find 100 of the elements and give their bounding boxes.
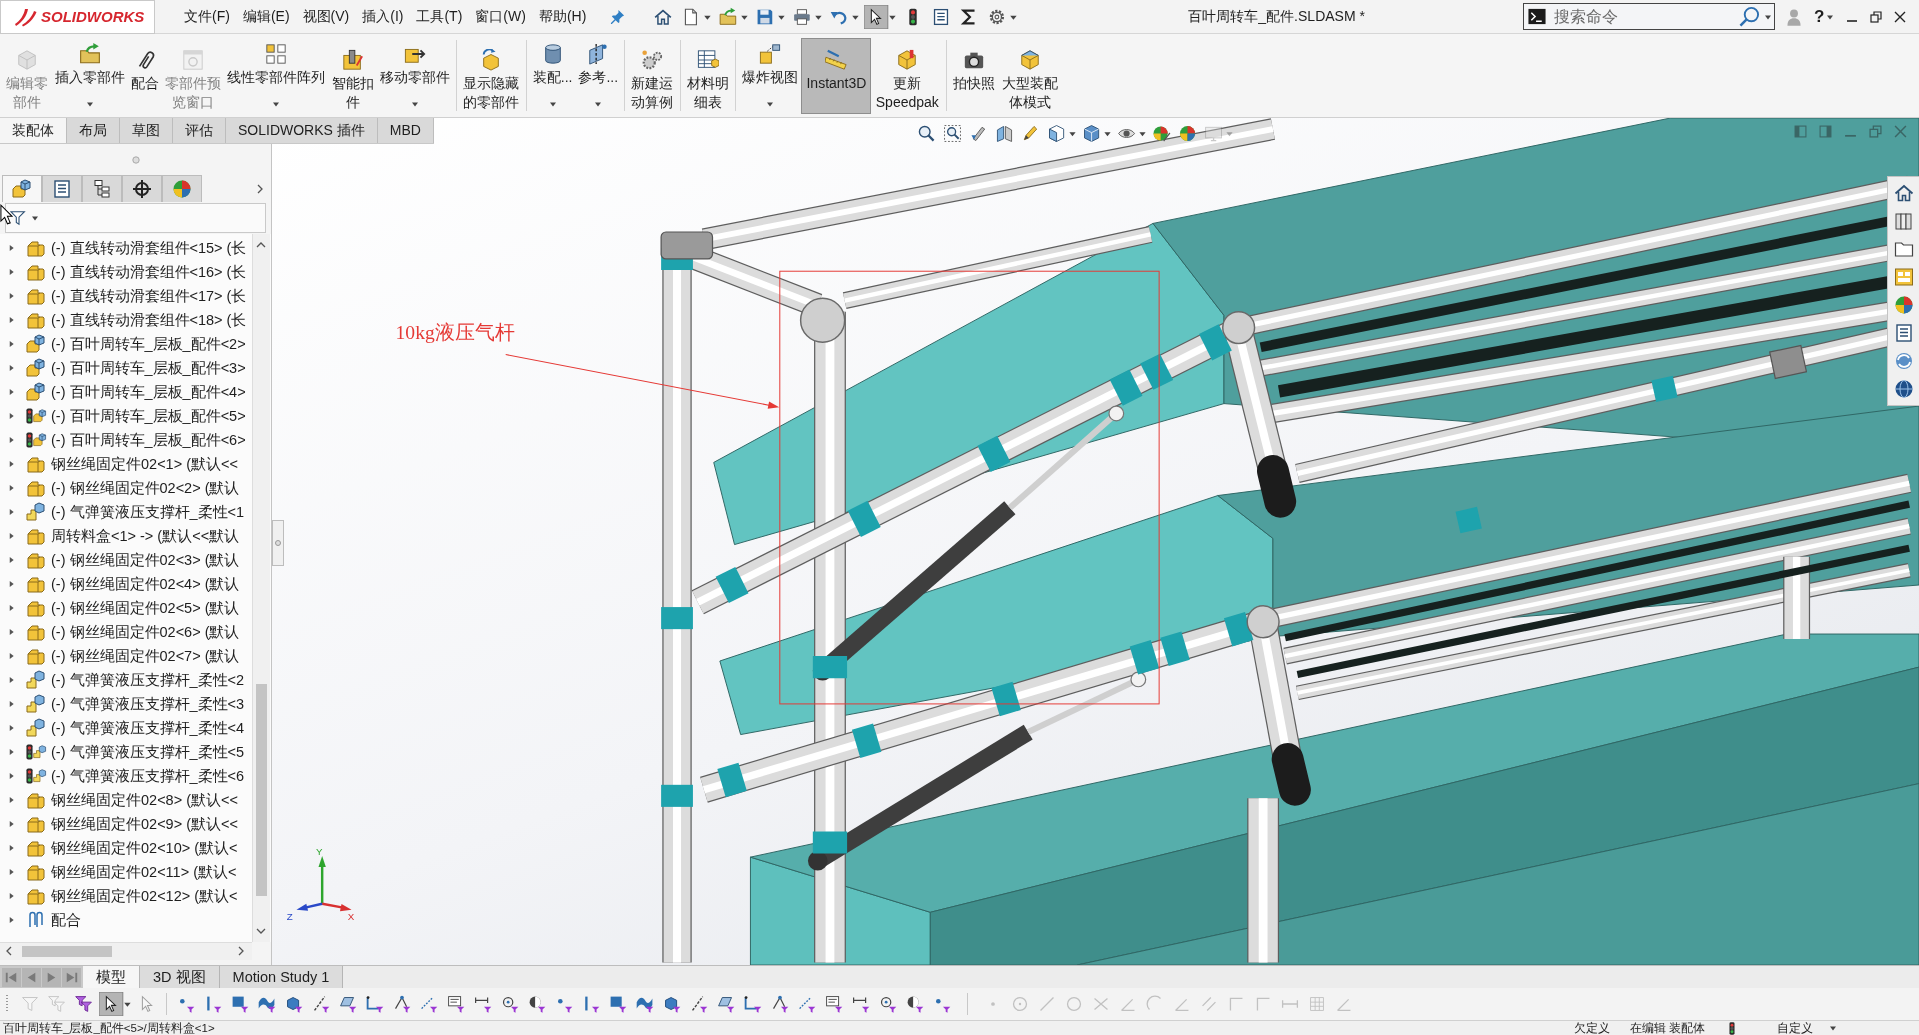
- restore-icon[interactable]: [1870, 10, 1883, 23]
- expand-arrow-icon[interactable]: [8, 436, 15, 444]
- tile-right-icon[interactable]: [1819, 125, 1832, 138]
- menu-item[interactable]: 工具(T): [416, 7, 463, 26]
- ribbon-button[interactable]: 大型装配体模式: [998, 38, 1061, 114]
- triangle-left-icon[interactable]: [22, 967, 41, 987]
- expand-arrow-icon[interactable]: [8, 316, 15, 324]
- expand-arrow-icon[interactable]: [8, 820, 15, 828]
- menu-item[interactable]: 文件(F): [184, 7, 230, 26]
- tree-item[interactable]: (-) 钢丝绳固定件02<4> (默认: [0, 572, 252, 596]
- tree-item[interactable]: (-) 直线转动滑套组件<15> (长: [0, 236, 252, 260]
- expand-arrow-icon[interactable]: [8, 556, 15, 564]
- tree-item[interactable]: 周转料盒<1> -> (默认<<默认: [0, 524, 252, 548]
- color-ball-icon[interactable]: [1893, 295, 1914, 315]
- books-icon[interactable]: [1893, 211, 1914, 231]
- tree-item[interactable]: (-) 百叶周转车_层板_配件<2>: [0, 332, 252, 356]
- tree-item[interactable]: 钢丝绳固定件02<12> (默认<: [0, 884, 252, 908]
- refresh-globe-icon[interactable]: [1893, 351, 1914, 371]
- tree-item[interactable]: (-) 气弹簧液压支撑杆_柔性<1: [0, 500, 252, 524]
- expand-arrow-icon[interactable]: [8, 460, 15, 468]
- expand-arrow-icon[interactable]: [8, 868, 15, 876]
- help-button[interactable]: ?: [1813, 6, 1825, 27]
- tree-item[interactable]: 钢丝绳固定件02<10> (默认<: [0, 836, 252, 860]
- menu-item[interactable]: 插入(I): [362, 7, 404, 26]
- globe-icon[interactable]: [1893, 379, 1914, 399]
- skip-forward-icon[interactable]: [62, 967, 81, 987]
- filter-field[interactable]: [5, 203, 266, 233]
- caret-icon[interactable]: [1763, 13, 1772, 21]
- chevron-up-icon[interactable]: [256, 240, 266, 250]
- panel-grip-icon[interactable]: [131, 155, 140, 164]
- tree-item[interactable]: 钢丝绳固定件02<1> (默认<<: [0, 452, 252, 476]
- command-tab[interactable]: 装配体: [0, 118, 67, 143]
- triangle-right-icon[interactable]: [42, 967, 61, 987]
- scrollbar-thumb[interactable]: [256, 684, 267, 896]
- model-tab[interactable]: 模型: [83, 966, 140, 988]
- tree-item[interactable]: (-) 钢丝绳固定件02<3> (默认: [0, 548, 252, 572]
- expand-arrow-icon[interactable]: [8, 508, 15, 516]
- home-icon[interactable]: [1893, 183, 1914, 203]
- chevron-right-icon[interactable]: [255, 183, 265, 194]
- zoom-area-icon[interactable]: [941, 122, 964, 145]
- close-icon[interactable]: [1894, 10, 1907, 23]
- cursor-arrow-icon[interactable]: [864, 4, 898, 29]
- chevron-right-icon[interactable]: [236, 946, 246, 956]
- tree-item[interactable]: (-) 百叶周转车_层板_配件<6>: [0, 428, 252, 452]
- expand-arrow-icon[interactable]: [8, 340, 15, 348]
- caret-icon[interactable]: [548, 100, 557, 108]
- menu-item[interactable]: 帮助(H): [538, 7, 587, 26]
- caret-icon[interactable]: [411, 100, 420, 108]
- menu-item[interactable]: 视图(V): [302, 7, 350, 26]
- tree-item[interactable]: (-) 直线转动滑套组件<16> (长: [0, 260, 252, 284]
- ribbon-button[interactable]: 配合: [127, 38, 162, 114]
- expand-arrow-icon[interactable]: [8, 892, 15, 900]
- splitter-handle[interactable]: [272, 520, 284, 566]
- expand-arrow-icon[interactable]: [8, 748, 15, 756]
- ribbon-button[interactable]: 显示隐藏的零部件: [460, 38, 523, 114]
- expand-arrow-icon[interactable]: [8, 292, 15, 300]
- expand-arrow-icon[interactable]: [8, 676, 15, 684]
- menu-item[interactable]: 窗口(W): [475, 7, 526, 26]
- tree-item[interactable]: (-) 气弹簧液压支撑杆_柔性<6: [0, 764, 252, 788]
- expand-arrow-icon[interactable]: [8, 364, 15, 372]
- expand-arrow-icon[interactable]: [8, 628, 15, 636]
- command-tab[interactable]: MBD: [377, 118, 434, 143]
- caret-icon[interactable]: [31, 214, 39, 222]
- tree-item[interactable]: (-) 百叶周转车_层板_配件<3>: [0, 356, 252, 380]
- ribbon-button[interactable]: 更新Speedpak: [871, 38, 944, 114]
- ribbon-button[interactable]: 插入零部件: [51, 38, 128, 114]
- units-selector[interactable]: 自定义: [1777, 1021, 1813, 1035]
- expand-arrow-icon[interactable]: [8, 484, 15, 492]
- scrollbar[interactable]: [252, 234, 270, 942]
- ribbon-button[interactable]: 移动零部件: [377, 38, 454, 114]
- ribbon-button[interactable]: 装配...: [529, 38, 576, 114]
- caret-icon[interactable]: [1829, 1024, 1837, 1032]
- expand-arrow-icon[interactable]: [8, 700, 15, 708]
- caret-icon[interactable]: [85, 100, 94, 108]
- caret-icon[interactable]: [594, 100, 603, 108]
- expand-arrow-icon[interactable]: [8, 916, 15, 924]
- expand-arrow-icon[interactable]: [8, 724, 15, 732]
- expand-arrow-icon[interactable]: [8, 604, 15, 612]
- tree-item[interactable]: (-) 气弹簧液压支撑杆_柔性<4: [0, 716, 252, 740]
- tree-item[interactable]: (-) 钢丝绳固定件02<5> (默认: [0, 596, 252, 620]
- tree-item[interactable]: (-) 钢丝绳固定件02<6> (默认: [0, 620, 252, 644]
- ribbon-button[interactable]: 材料明细表: [683, 38, 733, 114]
- ribbon-button[interactable]: Instant3D: [801, 38, 872, 114]
- chevron-down-icon[interactable]: [256, 926, 266, 936]
- command-tab[interactable]: 布局: [67, 118, 120, 143]
- caret-icon[interactable]: [766, 100, 775, 108]
- expand-arrow-icon[interactable]: [8, 796, 15, 804]
- search-field[interactable]: 搜索命令: [1522, 3, 1775, 30]
- caret-icon[interactable]: [272, 100, 281, 108]
- menu-item[interactable]: 编辑(E): [242, 7, 290, 26]
- list-icon[interactable]: [1893, 323, 1914, 343]
- command-tab[interactable]: 草图: [120, 118, 173, 143]
- ribbon-button[interactable]: 线性零部件阵列: [224, 38, 329, 114]
- tree-item[interactable]: 配合: [0, 908, 252, 932]
- model-tab[interactable]: Motion Study 1: [219, 966, 344, 988]
- tree-item[interactable]: (-) 百叶周转车_层板_配件<5>: [0, 404, 252, 428]
- ribbon-button[interactable]: 参考...: [575, 38, 622, 114]
- tile-left-icon[interactable]: [1794, 125, 1807, 138]
- tree-item[interactable]: (-) 气弹簧液压支撑杆_柔性<2: [0, 668, 252, 692]
- toolbar-grip-icon[interactable]: [5, 994, 9, 1014]
